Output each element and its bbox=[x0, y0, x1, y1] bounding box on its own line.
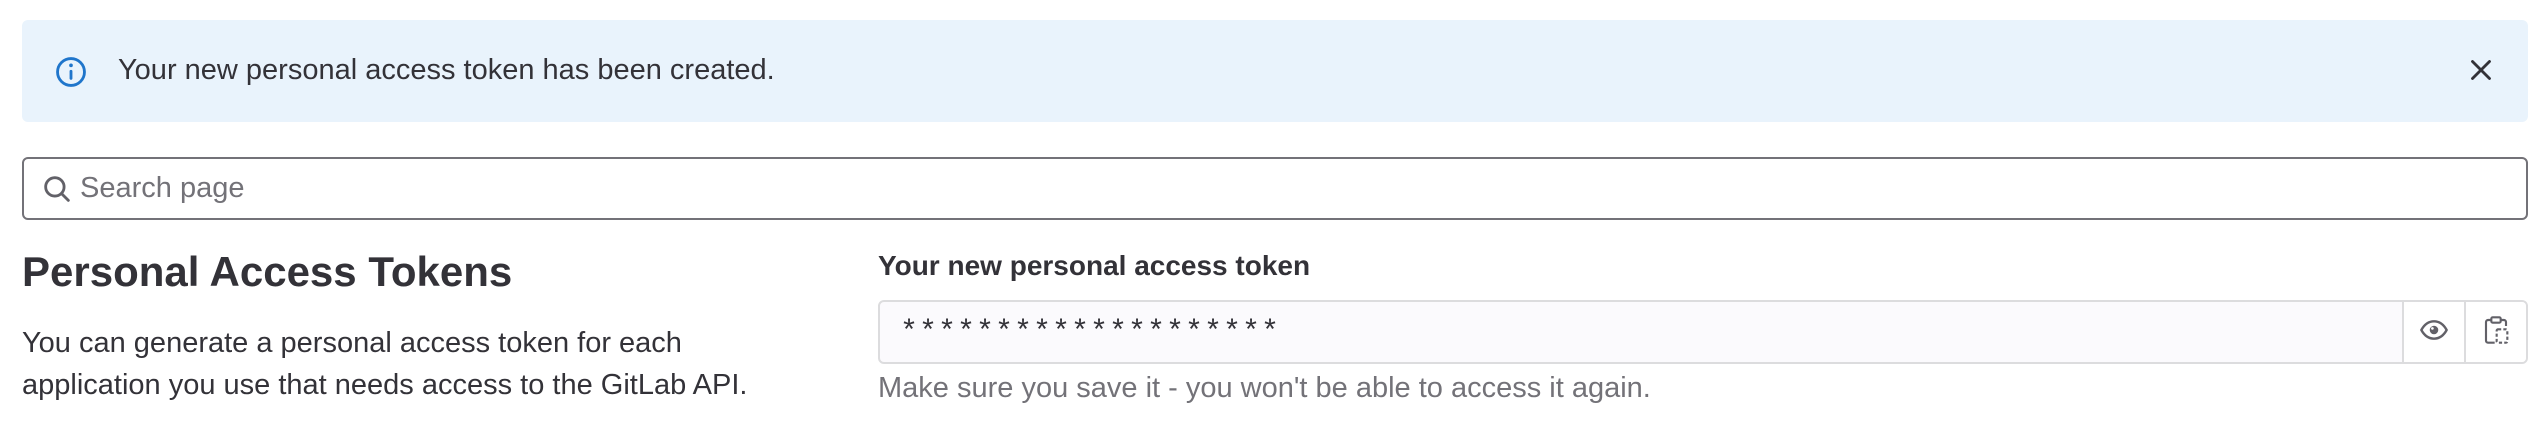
copy-token-button[interactable] bbox=[2464, 302, 2526, 362]
token-field: ******************** bbox=[878, 300, 2528, 364]
alert-message: Your new personal access token has been … bbox=[118, 54, 775, 86]
eye-icon bbox=[2418, 314, 2450, 351]
token-label: Your new personal access token bbox=[878, 250, 1311, 281]
token-help-text: Make sure you save it - you won't be abl… bbox=[878, 372, 1651, 404]
search-icon bbox=[40, 172, 74, 206]
page-title: Personal Access Tokens bbox=[22, 248, 513, 295]
info-icon bbox=[54, 55, 88, 89]
section-description: You can generate a personal access token… bbox=[22, 327, 748, 401]
close-icon[interactable] bbox=[2464, 53, 2498, 87]
search-input[interactable] bbox=[80, 159, 2480, 218]
success-alert: Your new personal access token has been … bbox=[22, 20, 2528, 122]
page: Your new personal access token has been … bbox=[0, 0, 2542, 430]
token-value[interactable]: ******************** bbox=[900, 316, 1280, 350]
search-box[interactable] bbox=[22, 157, 2528, 220]
reveal-token-button[interactable] bbox=[2402, 302, 2464, 362]
clipboard-icon bbox=[2480, 314, 2512, 351]
